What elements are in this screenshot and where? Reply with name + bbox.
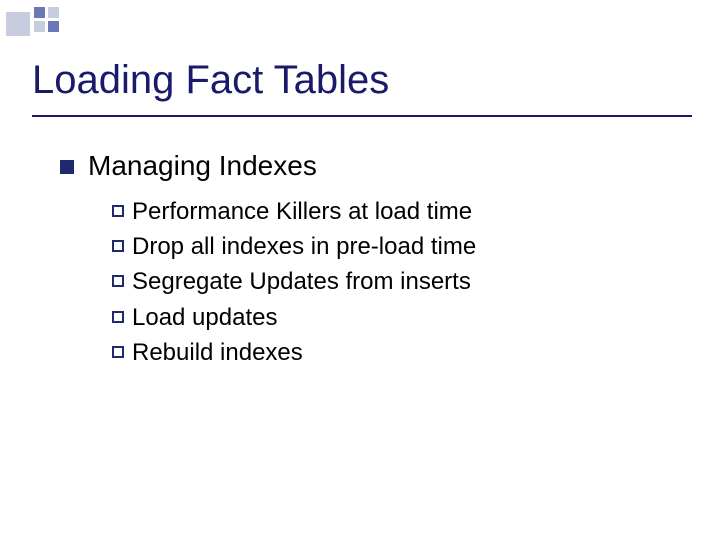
bullet-level2: Load updates [112, 302, 680, 333]
bullet-level2: Rebuild indexes [112, 337, 680, 368]
hollow-square-icon [112, 311, 124, 323]
title-underline [32, 115, 692, 117]
hollow-square-icon [112, 275, 124, 287]
slide-body: Managing Indexes Performance Killers at … [60, 150, 680, 372]
slide: Loading Fact Tables Managing Indexes Per… [0, 0, 720, 540]
level1-text: Managing Indexes [88, 150, 317, 182]
hollow-square-icon [112, 205, 124, 217]
slide-title: Loading Fact Tables [32, 58, 688, 103]
level2-text: Performance Killers at load time [132, 196, 472, 227]
filled-square-icon [60, 160, 74, 174]
level2-text: Rebuild indexes [132, 337, 303, 368]
level2-text: Segregate Updates from inserts [132, 266, 471, 297]
corner-decoration [6, 7, 62, 37]
level2-text: Drop all indexes in pre-load time [132, 231, 476, 262]
hollow-square-icon [112, 240, 124, 252]
bullet-level1: Managing Indexes [60, 150, 680, 182]
hollow-square-icon [112, 346, 124, 358]
bullet-level2: Performance Killers at load time [112, 196, 680, 227]
bullet-level2: Drop all indexes in pre-load time [112, 231, 680, 262]
bullet-level2: Segregate Updates from inserts [112, 266, 680, 297]
level2-text: Load updates [132, 302, 277, 333]
level2-list: Performance Killers at load time Drop al… [112, 196, 680, 368]
